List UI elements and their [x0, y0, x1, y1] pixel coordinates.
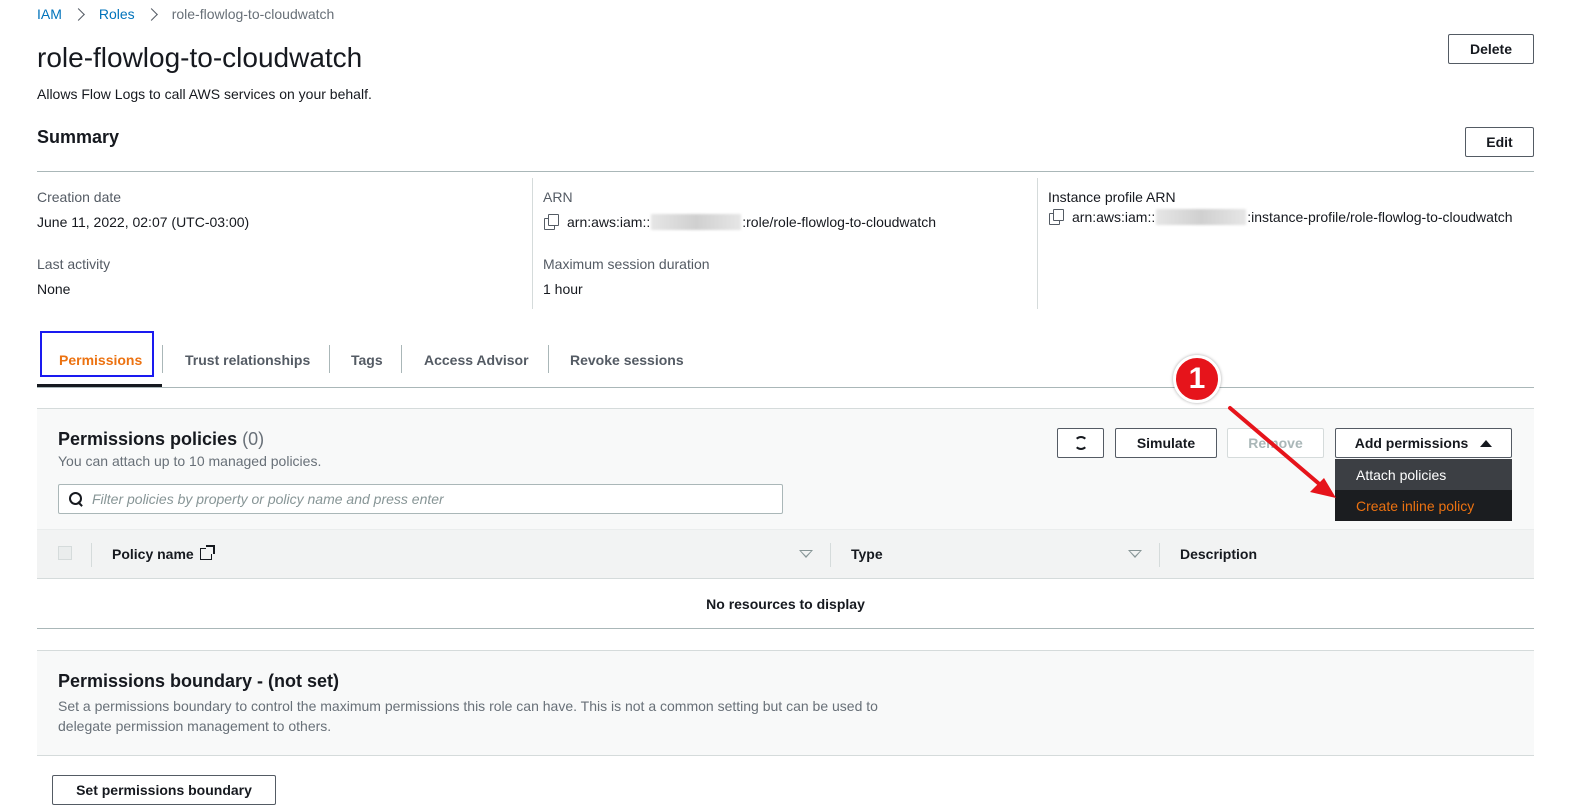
edit-button[interactable]: Edit — [1465, 127, 1534, 157]
tab-highlight-box — [40, 331, 154, 377]
instance-profile-suffix: :instance-profile/role-flowlog-to-cloudw… — [1247, 209, 1513, 225]
summary-title: Summary — [37, 127, 120, 147]
chevron-right-icon — [72, 7, 85, 21]
column-header-policy-name[interactable]: Policy name — [112, 545, 215, 562]
empty-table-message: No resources to display — [37, 579, 1534, 629]
add-permissions-label: Add permissions — [1354, 435, 1469, 451]
column-separator — [91, 543, 92, 567]
creation-date-value: June 11, 2022, 02:07 (UTC-03:00) — [37, 214, 250, 230]
permissions-policies-subtitle: You can attach up to 10 managed policies… — [58, 453, 322, 469]
tab-separator — [162, 345, 163, 373]
page-title: role-flowlog-to-cloudwatch — [37, 42, 363, 73]
column-separator — [1159, 543, 1160, 567]
instance-profile-prefix: arn:aws:iam:: — [1072, 209, 1156, 225]
column-header-description[interactable]: Description — [1180, 546, 1257, 562]
refresh-button[interactable] — [1057, 428, 1104, 458]
instance-profile-label: Instance profile ARN — [1048, 189, 1176, 205]
redacted-account-id — [651, 214, 742, 230]
add-permissions-menu: Attach policies Create inline policy — [1335, 459, 1512, 521]
role-description: Allows Flow Logs to call AWS services on… — [37, 86, 372, 102]
permissions-policies-title-text: Permissions policies — [58, 429, 238, 449]
tab-tags[interactable]: Tags — [351, 333, 383, 387]
refresh-icon — [1073, 436, 1088, 450]
arn-prefix: arn:aws:iam:: — [567, 214, 651, 230]
search-icon — [69, 492, 83, 506]
active-tab-indicator — [37, 384, 162, 387]
copy-icon[interactable] — [1048, 209, 1064, 225]
tab-separator — [548, 345, 549, 373]
permissions-boundary-panel: Permissions boundary - (not set) Set a p… — [37, 650, 1534, 756]
arn-suffix: :role/role-flowlog-to-cloudwatch — [742, 214, 937, 230]
select-all-checkbox[interactable] — [58, 546, 72, 560]
permissions-policies-count: (0) — [242, 429, 265, 449]
summary-divider — [37, 171, 1534, 172]
add-permissions-button[interactable]: Add permissions — [1335, 428, 1512, 458]
tab-separator — [401, 345, 402, 373]
delete-button[interactable]: Delete — [1448, 34, 1534, 64]
column-separator — [830, 543, 831, 567]
arn-value: arn:aws:iam:: :role/role-flowlog-to-clou… — [543, 214, 936, 230]
tab-separator — [329, 345, 330, 373]
external-link-icon — [199, 545, 215, 560]
permissions-boundary-title: Permissions boundary - (not set) — [58, 671, 340, 691]
policy-filter-input[interactable] — [92, 491, 752, 507]
last-activity-value: None — [37, 281, 71, 297]
instance-profile-value: arn:aws:iam:: :instance-profile/role-flo… — [1048, 209, 1513, 225]
annotation-arrow — [1228, 406, 1336, 498]
copy-icon[interactable] — [543, 214, 559, 230]
tab-access-advisor[interactable]: Access Advisor — [424, 333, 529, 387]
breadcrumb-current: role-flowlog-to-cloudwatch — [171, 6, 335, 22]
column-header-type[interactable]: Type — [851, 546, 883, 562]
last-activity-label: Last activity — [37, 256, 111, 272]
tab-trust-relationships[interactable]: Trust relationships — [185, 333, 310, 387]
redacted-account-id — [1156, 209, 1247, 225]
policy-filter-search[interactable] — [58, 484, 783, 514]
simulate-button[interactable]: Simulate — [1115, 428, 1217, 458]
sort-caret-icon[interactable] — [799, 550, 813, 558]
caret-up-icon — [1480, 439, 1493, 447]
column-header-policy-name-label: Policy name — [112, 546, 194, 562]
creation-date-label: Creation date — [37, 189, 122, 205]
arn-label: ARN — [543, 189, 573, 205]
permissions-policies-title: Permissions policies (0) — [58, 429, 264, 450]
set-permissions-boundary-button[interactable]: Set permissions boundary — [52, 775, 276, 805]
sort-caret-icon[interactable] — [1128, 550, 1142, 558]
tab-bar: Permissions Trust relationships Tags Acc… — [37, 333, 1534, 388]
permissions-boundary-description: Set a permissions boundary to control th… — [58, 698, 878, 734]
step-number-badge: 1 — [1173, 355, 1221, 403]
menu-item-create-inline-policy[interactable]: Create inline policy — [1335, 490, 1512, 521]
column-divider — [1037, 178, 1038, 309]
breadcrumb-roles-link[interactable]: Roles — [99, 6, 135, 22]
breadcrumb: IAM Roles role-flowlog-to-cloudwatch — [37, 6, 334, 22]
breadcrumb-iam-link[interactable]: IAM — [37, 6, 62, 22]
tab-revoke-sessions[interactable]: Revoke sessions — [570, 333, 684, 387]
policies-table-header: Policy name Type Description — [37, 529, 1534, 579]
column-divider — [532, 178, 533, 309]
chevron-right-icon — [144, 7, 158, 21]
menu-item-attach-policies[interactable]: Attach policies — [1335, 459, 1512, 490]
max-session-label: Maximum session duration — [543, 256, 710, 272]
max-session-value: 1 hour — [543, 281, 583, 297]
